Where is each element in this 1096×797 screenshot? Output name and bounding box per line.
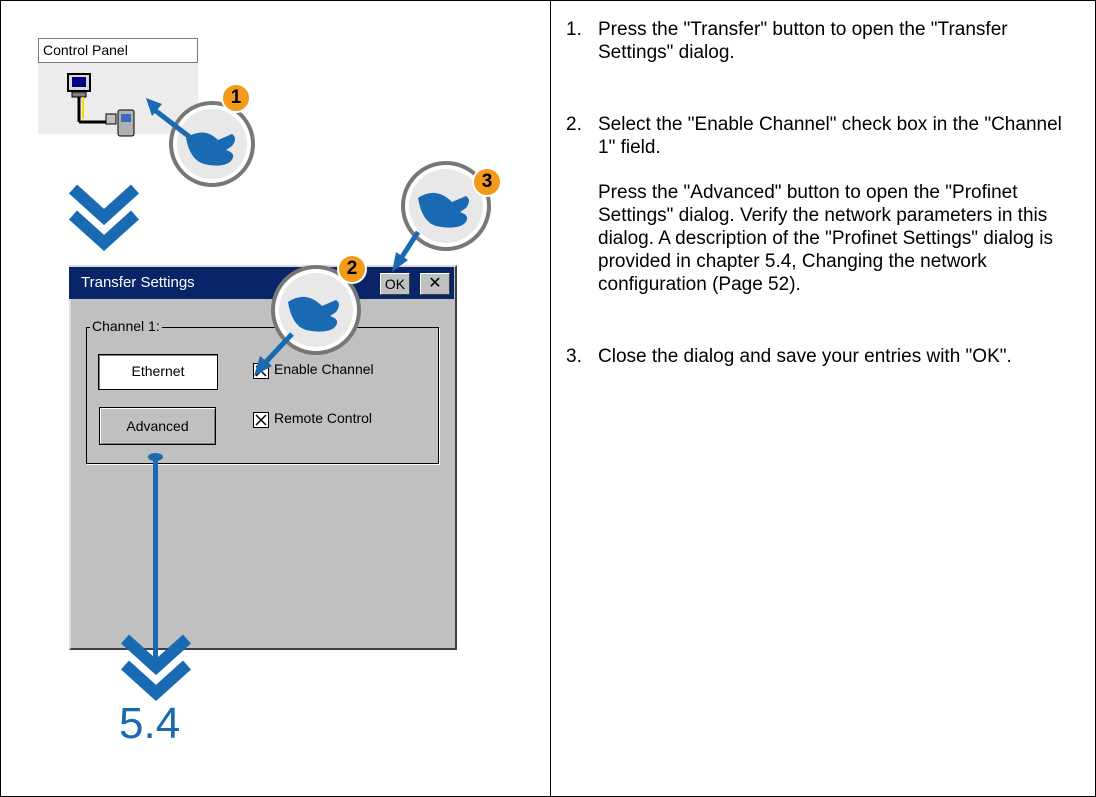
chapter-reference: 5.4 [119,699,181,748]
remote-control-checkbox[interactable] [253,412,269,428]
control-panel-title: Control Panel [38,38,198,63]
double-chevron-down-icon [120,634,192,701]
step-text: Press the "Transfer" button to open the … [598,19,1008,63]
illustration-panel: Control Panel 1 Transfer Settings OK ✕ C… [0,0,550,797]
step-number: 3. [566,346,582,367]
callout-2: 2 [337,254,367,284]
step-text: Select the "Enable Channel" check box in… [598,114,1062,158]
callout-1: 1 [221,83,251,113]
step-text: Close the dialog and save your entries w… [598,346,1012,367]
instructions-panel: 1. Press the "Transfer" button to open t… [566,18,1081,368]
callout-3: 3 [472,167,502,197]
remote-control-label: Remote Control [274,410,373,426]
step-1: 1. Press the "Transfer" button to open t… [566,18,1081,64]
channel-group-label: Channel 1: [90,318,162,334]
step-text: Press the "Advanced" button to open the … [598,182,1053,295]
protocol-field[interactable]: Ethernet [98,354,218,390]
double-chevron-down-icon [68,184,140,251]
reference-line-start [148,453,163,461]
step-2: 2. Select the "Enable Channel" check box… [566,113,1081,296]
reference-line [153,455,158,660]
step-number: 2. [566,114,582,135]
advanced-button[interactable]: Advanced [99,407,216,445]
transfer-icon[interactable] [66,72,148,144]
column-divider [550,0,551,797]
step-3: 3. Close the dialog and save your entrie… [566,345,1081,368]
step-number: 1. [566,19,582,40]
dialog-title: Transfer Settings [81,274,195,291]
